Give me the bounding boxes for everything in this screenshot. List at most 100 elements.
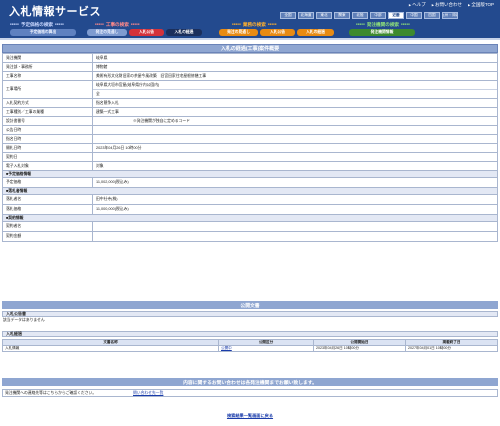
doc-end-cell: 2027年04月01日 10時00分 xyxy=(405,345,498,352)
consult-notice-button[interactable]: 発注の見通し xyxy=(219,29,258,36)
region-tab-chubu[interactable]: 中部 xyxy=(370,12,386,19)
e-bid-label: 電子入札対象 xyxy=(2,161,93,171)
table-row: 入札情報 公開中 2023年04月26日 10時00分 2027年04月01日 … xyxy=(2,345,498,352)
contractor-label: 契約者名 xyxy=(2,221,93,232)
consult-result-button[interactable]: 入札の経過 xyxy=(297,29,334,36)
region-tab-chugoku[interactable]: 中国 xyxy=(406,12,422,19)
group-contract-info: ■契約情報 xyxy=(2,214,498,222)
doc-start-cell: 2023年04月26日 10時00分 xyxy=(313,345,406,352)
detail-row-contractor: 契約者名 xyxy=(2,221,498,232)
section-title: 入札の経過(工事)案件概要 xyxy=(2,44,498,53)
contract-date-label: 契約日 xyxy=(2,152,93,162)
region-tab-shikoku[interactable]: 四国 xyxy=(424,12,440,19)
region-tab-tohoku[interactable]: 東北 xyxy=(316,12,332,19)
site-header: 入札情報サービス ヘルプ お問い合わせ 全国版TOP 全国 北海道 東北 関東 … xyxy=(0,0,500,38)
detail-row-method: 入札契約方式 指名競争入札 xyxy=(2,98,498,108)
office-label: 発注部・事務所 xyxy=(2,62,93,72)
announce-doc-heading: 入札公告書 xyxy=(2,311,498,317)
office-value: 博物館 xyxy=(92,62,498,72)
contact-row: 発注機関への連絡先等はこちらからご確認ください。 問い合わせ先一覧 xyxy=(2,389,498,397)
design-no-label: 設計書番号 xyxy=(2,116,93,126)
region-tab-hokkaido[interactable]: 北海道 xyxy=(298,12,314,19)
planned-price-label: 予定価格 xyxy=(2,177,93,188)
detail-row-contract-date: 契約日 xyxy=(2,152,498,162)
works-result-button[interactable]: 入札の経過 xyxy=(166,29,202,36)
region-tab-national[interactable]: 全国 xyxy=(280,12,296,19)
work-name-value: 美術有形文化財旧家の茶屋今風改築 旧宮田家住宅屋根修繕工事 xyxy=(92,71,498,81)
contact-banner: 内容に関するお問い合わせは各発注機関までお願い致します。 xyxy=(2,378,498,386)
winner-info-heading: ■落札者情報 xyxy=(2,187,498,195)
contract-date-value xyxy=(92,152,498,162)
contact-text: 発注機関への連絡先等はこちらからご確認ください。 xyxy=(5,390,97,395)
price-info-heading: ■予定価格情報 xyxy=(2,170,498,178)
group-winner-info: ■落札者情報 xyxy=(2,187,498,195)
e-bid-value: 対象 xyxy=(92,161,498,171)
planned-price-value: 11,002,000(税込み) xyxy=(92,177,498,188)
detail-row-design-no: 設計書番号 ※発注機関が独自に定めるコード xyxy=(2,116,498,126)
works-notice-button[interactable]: 発注の見通し xyxy=(87,29,127,36)
winner-value: 田中社寺(株) xyxy=(92,194,498,205)
works-group-heading: 工事の検索 xyxy=(95,22,140,28)
utility-links: ヘルプ お問い合わせ 全国版TOP xyxy=(409,2,494,8)
contract-amount-value xyxy=(92,231,498,242)
no-data-text: 該当データはありません xyxy=(3,318,45,322)
case-detail-table: 発注機関 岐阜県 発注部・事務所 博物館 工事名称 美術有形文化財旧家の茶屋今風… xyxy=(2,53,498,242)
win-price-label: 落札価格 xyxy=(2,204,93,215)
detail-row-e-bid: 電子入札対象 対象 xyxy=(2,161,498,171)
site-title[interactable]: 入札情報サービス xyxy=(9,3,101,19)
result-doc-heading: 入札経過 xyxy=(2,331,498,337)
works-announce-button[interactable]: 入札公告 xyxy=(129,29,164,36)
org-label: 発注機関 xyxy=(2,53,93,63)
search-group-heading: 予定価格の検索 xyxy=(10,22,64,28)
detail-row-name: 工事名称 美術有形文化財旧家の茶屋今風改築 旧宮田家住宅屋根修繕工事 xyxy=(2,71,498,81)
nominate-date-value xyxy=(92,134,498,144)
contact-list-link[interactable]: 問い合わせ先一覧 xyxy=(133,391,163,396)
org-group-heading: 発注機関の検索 xyxy=(356,22,410,28)
region-tab-hokuriku[interactable]: 北陸 xyxy=(352,12,368,19)
open-date-value: 2023年04月26日 10時00分 xyxy=(92,143,498,153)
national-top-link[interactable]: 全国版TOP xyxy=(468,2,494,8)
method-value: 指名競争入札 xyxy=(92,98,498,108)
method-label: 入札契約方式 xyxy=(2,98,93,108)
category-value: 建築一式工事 xyxy=(92,107,498,117)
detail-row-category: 工事種別／工事の業種 建築一式工事 xyxy=(2,107,498,117)
winner-label: 落札者名 xyxy=(2,194,93,205)
work-place-value: 岐阜県大垣市宮屋(岐阜県庁内公園内) xyxy=(96,83,160,87)
detail-row-office: 発注部・事務所 博物館 xyxy=(2,62,498,72)
nominate-date-label: 指名日時 xyxy=(2,134,93,144)
detail-row-nominate-date: 指名日時 xyxy=(2,134,498,144)
detail-row-place: 工事場所 岐阜県大垣市宮屋(岐阜県庁内公園内) 全 xyxy=(2,80,498,99)
work-name-label: 工事名称 xyxy=(2,71,93,81)
region-tabs: 全国 北海道 東北 関東 北陸 中部 近畿 中国 四国 九州・沖縄 xyxy=(280,12,458,19)
design-no-value: ※発注機関が独自に定めるコード xyxy=(92,116,498,126)
back-to-results-link[interactable]: 検索結果一覧画面に戻る xyxy=(227,413,273,418)
org-info-button[interactable]: 発注機関情報 xyxy=(349,29,415,36)
contact-link[interactable]: お問い合わせ xyxy=(432,2,462,8)
region-tab-kyushu[interactable]: 九州・沖縄 xyxy=(442,12,458,19)
detail-row-open-date: 開札日時 2023年04月26日 10時00分 xyxy=(2,143,498,153)
consult-announce-button[interactable]: 入札公告 xyxy=(260,29,295,36)
doc-name-cell: 入札情報 xyxy=(2,345,219,352)
region-tab-kinki[interactable]: 近畿 xyxy=(388,12,404,19)
contract-amount-label: 契約金額 xyxy=(2,231,93,242)
docs-banner: 公開文書 xyxy=(2,301,498,309)
detail-row-announce-date: 公告日時 xyxy=(2,125,498,135)
org-value: 岐阜県 xyxy=(92,53,498,63)
doc-open-link[interactable]: 公開中 xyxy=(221,347,232,351)
detail-row-contract-amount: 契約金額 xyxy=(2,231,498,242)
work-place-scope: 全 xyxy=(93,89,497,98)
contractor-value xyxy=(92,221,498,232)
group-price-info: ■予定価格情報 xyxy=(2,170,498,178)
work-place-label: 工事場所 xyxy=(2,80,93,99)
contract-info-heading: ■契約情報 xyxy=(2,214,498,222)
announce-date-value xyxy=(92,125,498,135)
plan-price-button[interactable]: 予定価格の算出 xyxy=(10,29,76,36)
open-date-label: 開札日時 xyxy=(2,143,93,153)
header-divider xyxy=(0,38,500,40)
detail-row-win-price: 落札価格 11,000,000(税込み) xyxy=(2,204,498,215)
result-doc-table: 文書名称 公開区分 公開開始日 掲載終了日 入札情報 公開中 2023年04月2… xyxy=(2,339,498,352)
detail-row-planned-price: 予定価格 11,002,000(税込み) xyxy=(2,177,498,188)
win-price-value: 11,000,000(税込み) xyxy=(92,204,498,215)
region-tab-kanto[interactable]: 関東 xyxy=(334,12,350,19)
help-link[interactable]: ヘルプ xyxy=(409,2,426,8)
